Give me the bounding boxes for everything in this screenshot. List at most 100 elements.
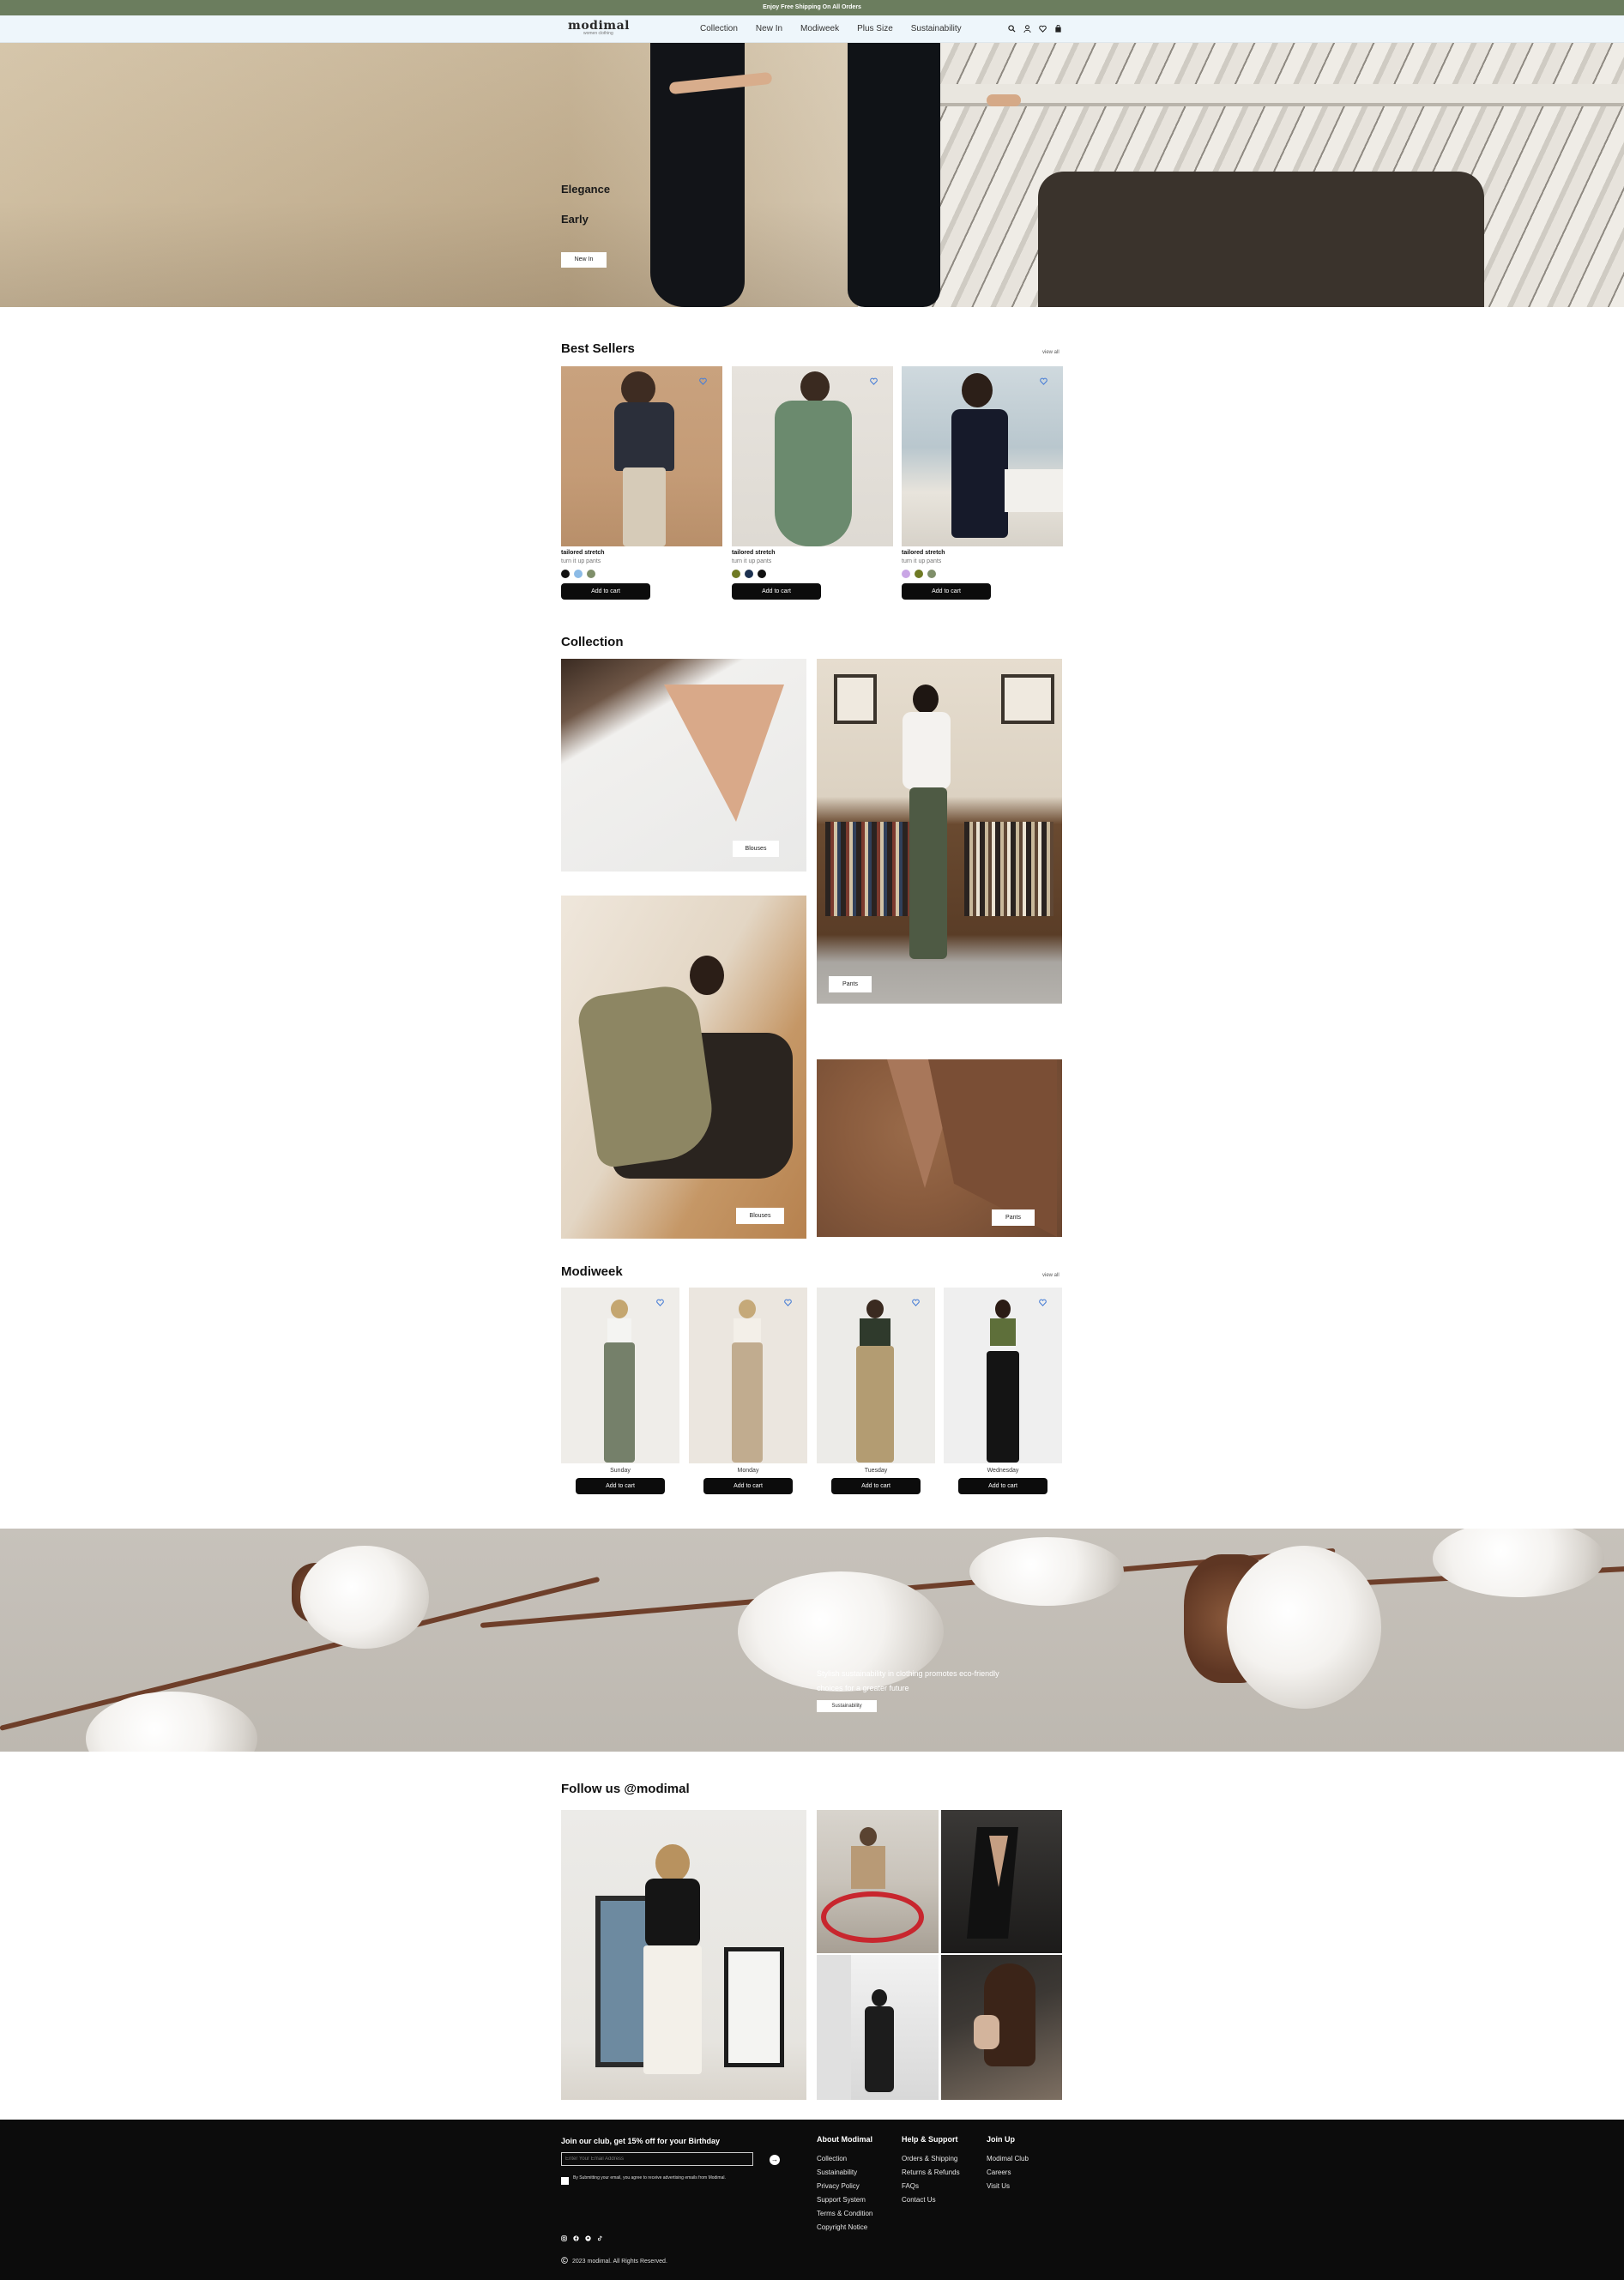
best-sellers-view-all[interactable]: view all [1042, 350, 1060, 355]
hero-new-in-button[interactable]: New In [561, 252, 607, 268]
footer-about-title: About Modimal [817, 2135, 872, 2144]
swatch-lilac[interactable] [902, 570, 910, 578]
product-name: tailored stretch [732, 550, 776, 556]
product-card[interactable]: tailored stretch turn it up pants Add to… [561, 366, 722, 600]
collection-tile-pants[interactable]: Pants [817, 1059, 1062, 1237]
swatch-navy[interactable] [745, 570, 753, 578]
footer-link-terms[interactable]: Terms & Condition [817, 2210, 872, 2217]
swatch-black[interactable] [758, 570, 766, 578]
modiweek-image[interactable] [944, 1288, 1062, 1463]
footer-link-privacy[interactable]: Privacy Policy [817, 2182, 860, 2190]
wishlist-heart-icon[interactable] [912, 1295, 920, 1306]
product-image[interactable] [732, 366, 893, 546]
add-to-cart-button[interactable]: Add to cart [831, 1478, 921, 1494]
collection-tile-blouses[interactable]: Blouses [561, 659, 806, 872]
add-to-cart-button[interactable]: Add to cart [958, 1478, 1047, 1494]
nav-plus-size[interactable]: Plus Size [857, 15, 893, 43]
heart-icon[interactable] [1038, 23, 1047, 33]
wishlist-heart-icon[interactable] [656, 1295, 664, 1306]
product-subtitle: turn it up pants [561, 558, 601, 564]
instagram-post[interactable] [817, 1955, 939, 2100]
instagram-post[interactable] [817, 1810, 939, 1953]
search-icon[interactable] [1007, 23, 1016, 33]
add-to-cart-button[interactable]: Add to cart [561, 583, 650, 600]
newsletter-email-input[interactable] [561, 2152, 753, 2166]
product-card[interactable]: tailored stretch turn it up pants Add to… [902, 366, 1063, 600]
collection-tile-blouses[interactable]: Blouses [561, 896, 806, 1239]
instagram-post[interactable] [941, 1810, 1062, 1953]
nav-new-in[interactable]: New In [756, 15, 782, 43]
footer-link-sustainability[interactable]: Sustainability [817, 2168, 857, 2176]
logo[interactable]: modimal women clothing [568, 19, 637, 39]
color-swatches [561, 570, 722, 578]
footer-link-copyright[interactable]: Copyright Notice [817, 2223, 867, 2231]
modiweek-image[interactable] [817, 1288, 935, 1463]
wishlist-heart-icon[interactable] [870, 374, 878, 385]
collection-label[interactable]: Blouses [733, 841, 779, 857]
wishlist-heart-icon[interactable] [1040, 374, 1047, 385]
collection-label[interactable]: Pants [829, 976, 872, 992]
footer-link-visit[interactable]: Visit Us [987, 2182, 1010, 2190]
follow-title: Follow us @modimal [561, 1782, 690, 1796]
add-to-cart-button[interactable]: Add to cart [732, 583, 821, 600]
pinterest-icon[interactable] [585, 2230, 591, 2241]
collection-label[interactable]: Pants [992, 1209, 1035, 1226]
nav-collection[interactable]: Collection [700, 15, 738, 43]
add-to-cart-button[interactable]: Add to cart [902, 583, 991, 600]
instagram-post[interactable] [561, 1810, 806, 2100]
tiktok-icon[interactable] [597, 2230, 603, 2241]
modiweek-card[interactable]: Tuesday Add to cart [817, 1288, 935, 1494]
collection-label[interactable]: Blouses [736, 1208, 784, 1224]
swatch-olive[interactable] [732, 570, 740, 578]
newsletter-submit-button[interactable]: → [770, 2155, 780, 2165]
bag-icon[interactable] [1053, 23, 1062, 33]
footer-link-returns[interactable]: Returns & Refunds [902, 2168, 960, 2176]
main-nav: Collection New In Modiweek Plus Size Sus… [700, 15, 980, 43]
modiweek-card[interactable]: Sunday Add to cart [561, 1288, 679, 1494]
footer-link-support[interactable]: Support System [817, 2196, 866, 2204]
newsletter-title: Join our club, get 15% off for your Birt… [561, 2137, 721, 2145]
footer-link-orders[interactable]: Orders & Shipping [902, 2155, 957, 2162]
swatch-black[interactable] [561, 570, 570, 578]
modiweek-image[interactable] [689, 1288, 807, 1463]
modiweek-title: Modiweek [561, 1264, 623, 1279]
swatch-olive[interactable] [915, 570, 923, 578]
footer-link-club[interactable]: Modimal Club [987, 2155, 1029, 2162]
facebook-icon[interactable] [573, 2230, 579, 2241]
modiweek-view-all[interactable]: view all [1042, 1273, 1060, 1278]
swatch-sage[interactable] [587, 570, 595, 578]
social-links [561, 2230, 603, 2241]
sustainability-button[interactable]: Sustainability [817, 1700, 877, 1712]
modiweek-card[interactable]: Monday Add to cart [689, 1288, 807, 1494]
footer-link-faqs[interactable]: FAQs [902, 2182, 919, 2190]
add-to-cart-button[interactable]: Add to cart [576, 1478, 665, 1494]
footer-link-collection[interactable]: Collection [817, 2155, 847, 2162]
instagram-icon[interactable] [561, 2230, 567, 2241]
swatch-blue[interactable] [574, 570, 583, 578]
product-image[interactable] [561, 366, 722, 546]
swatch-sage[interactable] [927, 570, 936, 578]
product-card[interactable]: tailored stretch turn it up pants Add to… [732, 366, 893, 600]
user-icon[interactable] [1023, 23, 1031, 33]
footer-link-careers[interactable]: Careers [987, 2168, 1011, 2176]
footer-link-contact[interactable]: Contact Us [902, 2196, 936, 2204]
modiweek-card[interactable]: Wednesday Add to cart [944, 1288, 1062, 1494]
nav-sustainability[interactable]: Sustainability [911, 15, 962, 43]
modiweek-day: Tuesday [864, 1468, 888, 1474]
sustainability-text: Stylish sustainability in clothing promo… [817, 1669, 999, 1692]
newsletter-consent-checkbox[interactable] [561, 2177, 569, 2185]
footer-help-title: Help & Support [902, 2135, 958, 2144]
nav-modiweek[interactable]: Modiweek [800, 15, 839, 43]
header-icons [1007, 23, 1062, 33]
instagram-post[interactable] [941, 1955, 1062, 2100]
copyright-text: 2023 modimal. All Rights Reserved. [572, 2258, 667, 2265]
cotton-boll [969, 1537, 1124, 1606]
modiweek-image[interactable] [561, 1288, 679, 1463]
wishlist-heart-icon[interactable] [699, 374, 707, 385]
collection-tile-pants[interactable]: Pants [817, 659, 1062, 1004]
wishlist-heart-icon[interactable] [784, 1295, 792, 1306]
wishlist-heart-icon[interactable] [1039, 1295, 1047, 1306]
product-image[interactable] [902, 366, 1063, 546]
add-to-cart-button[interactable]: Add to cart [703, 1478, 793, 1494]
site-footer: Join our club, get 15% off for your Birt… [0, 2120, 1624, 2280]
